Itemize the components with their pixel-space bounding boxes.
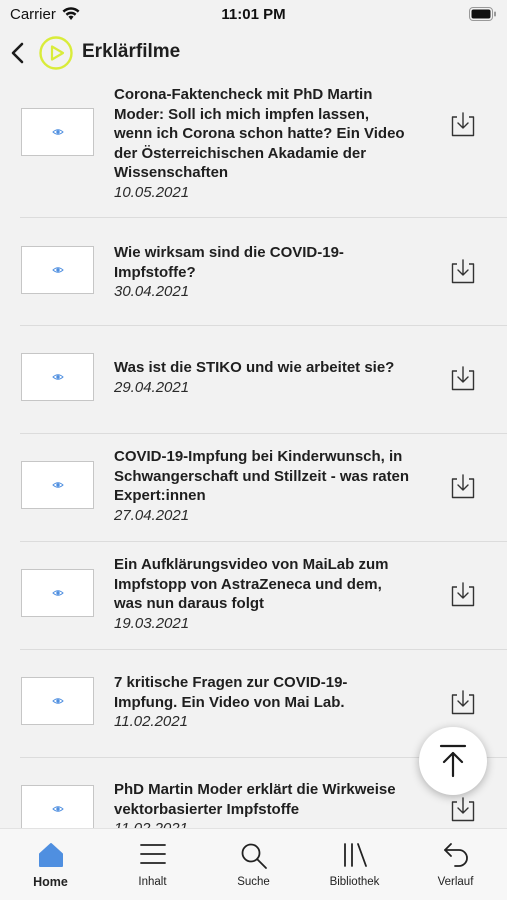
video-list: Corona-Faktencheck mit PhD Martin Moder:…	[0, 80, 507, 828]
item-title: 7 kritische Fragen zur COVID-19-Impfung.…	[114, 674, 348, 711]
download-icon[interactable]	[451, 111, 475, 137]
download-icon[interactable]	[451, 473, 475, 499]
tab-label: Home	[33, 875, 68, 889]
tab-bar: Home Inhalt Suche Bibliothek Verlauf	[0, 828, 507, 900]
video-thumbnail	[21, 108, 94, 156]
scroll-to-top-button[interactable]	[419, 727, 487, 795]
eye-icon	[52, 806, 64, 812]
eye-icon	[52, 267, 64, 273]
tab-bibliothek[interactable]: Bibliothek	[304, 829, 405, 900]
eye-icon	[52, 590, 64, 596]
tab-inhalt[interactable]: Inhalt	[102, 829, 203, 900]
item-date: 19.03.2021	[114, 614, 190, 632]
tab-label: Bibliothek	[329, 876, 380, 888]
eye-icon	[52, 698, 64, 704]
page-title: Erklärfilme	[82, 41, 181, 62]
chevron-left-icon	[11, 42, 24, 64]
download-icon[interactable]	[451, 581, 475, 607]
video-thumbnail	[21, 677, 94, 725]
play-logo-icon	[39, 36, 73, 70]
item-title: Wie wirksam sind die COVID-19-Impfstoffe…	[114, 244, 344, 281]
item-date: 10.05.2021	[114, 183, 190, 201]
download-icon[interactable]	[451, 796, 475, 822]
item-title: Ein Aufklärungsvideo von MaiLab zum Impf…	[114, 556, 389, 613]
item-title: COVID-19-Impfung bei Kinderwunsch, in Sc…	[114, 448, 410, 505]
download-icon[interactable]	[451, 689, 475, 715]
eye-icon	[52, 374, 64, 380]
tab-label: Inhalt	[138, 876, 167, 888]
history-icon	[443, 843, 468, 867]
tab-home[interactable]: Home	[0, 829, 101, 900]
download-icon[interactable]	[451, 258, 475, 284]
item-date: 11.02.2021	[114, 713, 188, 731]
back-button[interactable]	[8, 40, 30, 66]
status-bar: Carrier 11:01 PM	[0, 0, 507, 30]
item-date: 11.02.2021	[114, 819, 410, 828]
search-icon	[241, 843, 267, 869]
item-date: 30.04.2021	[114, 283, 190, 301]
tab-suche[interactable]: Suche	[203, 829, 304, 900]
video-thumbnail	[21, 246, 94, 294]
video-thumbnail	[21, 785, 94, 828]
tab-label: Suche	[237, 876, 270, 888]
eye-icon	[52, 482, 64, 488]
eye-icon	[52, 129, 64, 135]
video-thumbnail	[21, 353, 94, 401]
status-time: 11:01 PM	[221, 6, 286, 23]
battery-icon	[469, 7, 496, 21]
menu-icon	[139, 844, 166, 864]
item-date: 29.04.2021	[114, 378, 190, 396]
home-icon	[38, 843, 63, 867]
arrow-up-to-top-icon	[439, 744, 467, 778]
video-thumbnail	[21, 569, 94, 617]
video-thumbnail	[21, 461, 94, 509]
tab-label: Verlauf	[437, 876, 474, 888]
item-title: Was ist die STIKO und wie arbeitet sie?	[114, 359, 395, 376]
library-icon	[343, 843, 367, 867]
download-icon[interactable]	[451, 365, 475, 391]
tab-verlauf[interactable]: Verlauf	[405, 829, 506, 900]
item-date: 27.04.2021	[114, 506, 190, 524]
item-title: Corona-Faktencheck mit PhD Martin Moder:…	[114, 86, 405, 182]
navigation-bar: Erklärfilme	[0, 30, 507, 76]
item-title: PhD Martin Moder erklärt die Wirkweise v…	[114, 781, 396, 818]
